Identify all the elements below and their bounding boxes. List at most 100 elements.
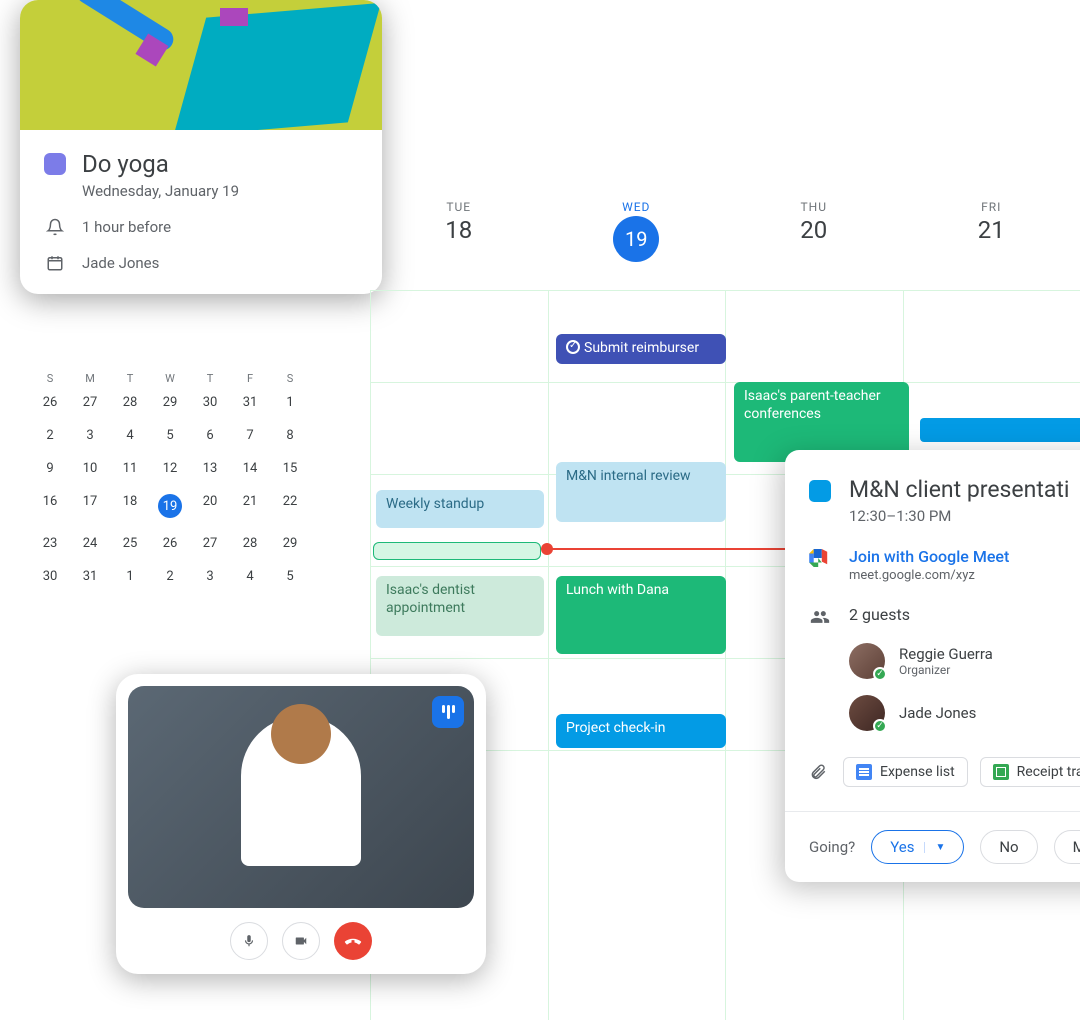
mini-day-cell[interactable]: 10 xyxy=(70,457,110,480)
mini-day-cell[interactable]: 17 xyxy=(70,490,110,522)
mini-day-cell[interactable]: 24 xyxy=(70,532,110,555)
mini-day-cell[interactable]: 19 xyxy=(150,490,190,522)
status-accepted-icon: ✓ xyxy=(873,667,887,681)
mini-day-cell[interactable]: 28 xyxy=(230,532,270,555)
guest-name: Reggie Guerra xyxy=(899,645,993,663)
mini-day-cell[interactable]: 4 xyxy=(110,424,150,447)
mini-day-cell[interactable]: 5 xyxy=(270,565,310,588)
mini-day-cell[interactable]: 4 xyxy=(230,565,270,588)
guest-row[interactable]: ✓ Reggie Guerra Organizer xyxy=(849,643,1080,679)
event-bar[interactable] xyxy=(920,418,1080,442)
video-call-card xyxy=(116,674,486,974)
mini-day-cell[interactable]: 14 xyxy=(230,457,270,480)
week-header: TUE18WED19THU20FRI21 xyxy=(370,200,1080,262)
mic-button[interactable] xyxy=(230,922,268,960)
mini-day-cell[interactable]: 2 xyxy=(30,424,70,447)
join-meet-link[interactable]: Join with Google Meet xyxy=(849,547,1009,566)
mini-day-cell[interactable]: 25 xyxy=(110,532,150,555)
mini-day-cell[interactable]: 30 xyxy=(30,565,70,588)
mini-day-cell[interactable]: 3 xyxy=(70,424,110,447)
mini-day-label: M xyxy=(70,372,110,385)
mini-day-cell[interactable]: 12 xyxy=(150,457,190,480)
mini-day-cell[interactable]: 1 xyxy=(270,391,310,414)
mini-day-label: S xyxy=(30,372,70,385)
guest-count: 2 guests xyxy=(849,605,910,624)
going-label: Going? xyxy=(809,838,855,856)
rsvp-no-button[interactable]: No xyxy=(980,830,1037,864)
mini-day-cell[interactable]: 22 xyxy=(270,490,310,522)
task-card[interactable]: Do yoga Wednesday, January 19 1 hour bef… xyxy=(20,0,382,294)
mini-day-cell[interactable]: 30 xyxy=(190,391,230,414)
event-detail-card: M&N client presentati 12:30–1:30 PM Join… xyxy=(785,450,1080,882)
sheets-icon xyxy=(993,764,1009,780)
mini-day-cell[interactable]: 1 xyxy=(110,565,150,588)
mini-day-label: T xyxy=(190,372,230,385)
hangup-button[interactable] xyxy=(334,922,372,960)
mini-day-cell[interactable]: 29 xyxy=(270,532,310,555)
mini-day-cell[interactable]: 31 xyxy=(70,565,110,588)
task-reminder: 1 hour before xyxy=(82,218,171,236)
event-project-checkin[interactable]: Project check-in xyxy=(556,714,726,748)
mini-day-cell[interactable]: 23 xyxy=(30,532,70,555)
week-day-header[interactable]: THU20 xyxy=(725,200,903,262)
status-accepted-icon: ✓ xyxy=(873,719,887,733)
week-day-header[interactable]: TUE18 xyxy=(370,200,548,262)
docs-icon xyxy=(856,764,872,780)
mini-day-cell[interactable]: 31 xyxy=(230,391,270,414)
week-day-header[interactable]: FRI21 xyxy=(903,200,1080,262)
rsvp-yes-button[interactable]: Yes ▼ xyxy=(871,830,964,864)
mini-day-cell[interactable]: 18 xyxy=(110,490,150,522)
mini-day-cell[interactable]: 26 xyxy=(150,532,190,555)
mini-day-cell[interactable]: 16 xyxy=(30,490,70,522)
event-dentist[interactable]: Isaac's dentist appointment xyxy=(376,576,544,636)
guest-role: Organizer xyxy=(899,663,993,677)
mini-day-label: S xyxy=(270,372,310,385)
event-color-chip xyxy=(809,480,831,502)
mini-day-cell[interactable]: 6 xyxy=(190,424,230,447)
mini-month-calendar[interactable]: SMTWTFS 26272829303112345678910111213141… xyxy=(30,372,310,588)
mini-day-label: T xyxy=(110,372,150,385)
mini-day-label: W xyxy=(150,372,190,385)
mini-day-cell[interactable]: 26 xyxy=(30,391,70,414)
event-submit-reimbursement[interactable]: Submit reimburser xyxy=(556,334,726,364)
mini-day-cell[interactable]: 27 xyxy=(190,532,230,555)
mini-day-cell[interactable]: 8 xyxy=(270,424,310,447)
meet-url: meet.google.com/xyz xyxy=(849,568,1009,583)
guest-row[interactable]: ✓ Jade Jones xyxy=(849,695,1080,731)
mini-day-cell[interactable]: 28 xyxy=(110,391,150,414)
mini-day-cell[interactable]: 27 xyxy=(70,391,110,414)
audio-level-icon xyxy=(432,696,464,728)
event-placeholder[interactable] xyxy=(373,542,541,560)
event-detail-time: 12:30–1:30 PM xyxy=(849,507,1080,525)
week-day-header[interactable]: WED19 xyxy=(548,200,726,262)
mini-day-cell[interactable]: 13 xyxy=(190,457,230,480)
mini-day-cell[interactable]: 29 xyxy=(150,391,190,414)
chevron-down-icon[interactable]: ▼ xyxy=(924,842,945,853)
meet-icon xyxy=(809,549,831,567)
video-feed xyxy=(128,686,474,908)
event-internal-review[interactable]: M&N internal review xyxy=(556,462,726,522)
mini-day-cell[interactable]: 20 xyxy=(190,490,230,522)
avatar: ✓ xyxy=(849,695,885,731)
event-weekly-standup[interactable]: Weekly standup xyxy=(376,490,544,528)
mini-day-cell[interactable]: 5 xyxy=(150,424,190,447)
attachment-expense-list[interactable]: Expense list xyxy=(843,757,968,787)
mini-day-cell[interactable]: 11 xyxy=(110,457,150,480)
bell-icon xyxy=(44,218,66,236)
mini-day-cell[interactable]: 15 xyxy=(270,457,310,480)
task-owner: Jade Jones xyxy=(82,254,159,272)
event-detail-title: M&N client presentati xyxy=(849,476,1069,503)
attachment-receipt[interactable]: Receipt tra xyxy=(980,757,1080,787)
guest-name: Jade Jones xyxy=(899,704,976,722)
check-icon xyxy=(566,340,580,354)
mini-day-cell[interactable]: 9 xyxy=(30,457,70,480)
mini-day-cell[interactable]: 2 xyxy=(150,565,190,588)
event-lunch[interactable]: Lunch with Dana xyxy=(556,576,726,654)
mini-day-cell[interactable]: 3 xyxy=(190,565,230,588)
mini-day-label: F xyxy=(230,372,270,385)
camera-button[interactable] xyxy=(282,922,320,960)
mini-day-cell[interactable]: 7 xyxy=(230,424,270,447)
task-date: Wednesday, January 19 xyxy=(82,182,358,200)
mini-day-cell[interactable]: 21 xyxy=(230,490,270,522)
rsvp-maybe-button[interactable]: Ma xyxy=(1054,830,1080,864)
